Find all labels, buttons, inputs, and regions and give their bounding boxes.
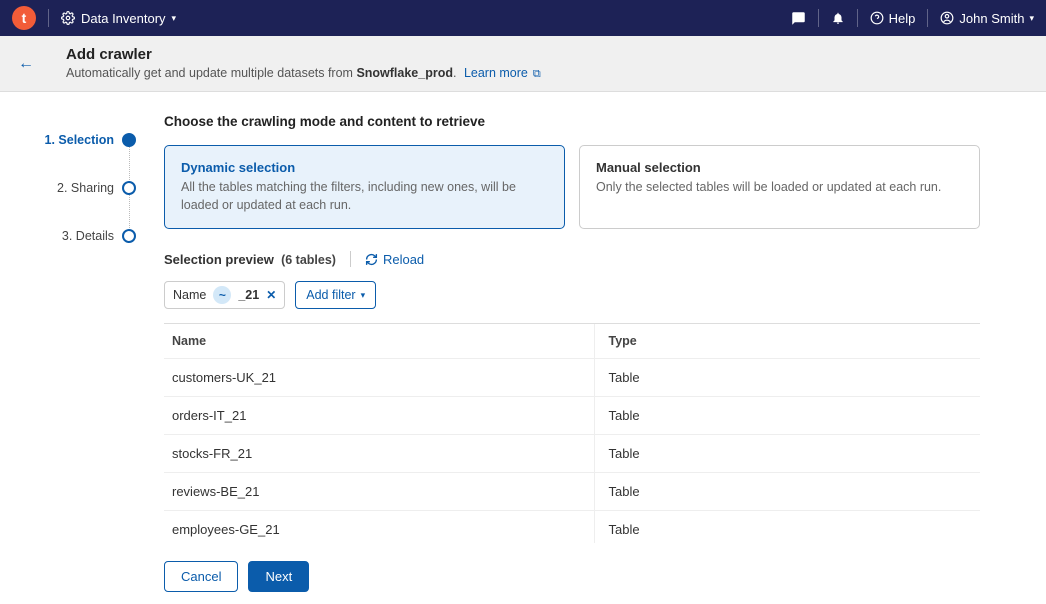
mode-options: Dynamic selection All the tables matchin… — [164, 145, 980, 229]
col-name: Name — [164, 324, 594, 359]
cell-type: Table — [594, 397, 980, 435]
main-content: Choose the crawling mode and content to … — [150, 92, 1010, 604]
add-filter-label: Add filter — [306, 288, 355, 302]
cell-type: Table — [594, 359, 980, 397]
step-selection[interactable]: 1. Selection — [0, 116, 150, 164]
divider — [927, 9, 928, 27]
subheader: ← Add crawler Automatically get and upda… — [0, 36, 1046, 92]
app-title-text: Data Inventory — [81, 11, 166, 26]
divider — [818, 9, 819, 27]
topbar: t Data Inventory ▾ Help John Smith ▾ — [0, 0, 1046, 36]
settings-icon — [61, 11, 75, 25]
table-row[interactable]: employees-GE_21Table — [164, 511, 980, 544]
filter-value: _21 — [238, 288, 259, 302]
page-description: Automatically get and update multiple da… — [66, 66, 541, 81]
app-logo[interactable]: t — [12, 6, 36, 30]
preview-table: Name Type customers-UK_21Tableorders-IT_… — [164, 324, 980, 543]
option-manual-selection[interactable]: Manual selection Only the selected table… — [579, 145, 980, 229]
preview-header: Selection preview (6 tables) Reload — [164, 251, 980, 267]
step-details[interactable]: 3. Details — [0, 212, 150, 260]
chevron-down-icon: ▾ — [361, 290, 366, 301]
user-name: John Smith — [959, 11, 1024, 26]
preview-label: Selection preview (6 tables) — [164, 252, 336, 267]
section-heading: Choose the crawling mode and content to … — [164, 114, 980, 129]
reload-button[interactable]: Reload — [365, 252, 424, 267]
filter-chip-name[interactable]: Name ~ _21 ✕ — [164, 281, 285, 309]
divider — [857, 9, 858, 27]
topbar-right: Help John Smith ▾ — [791, 9, 1034, 27]
page-title: Add crawler — [66, 46, 541, 63]
cell-name: reviews-BE_21 — [164, 473, 594, 511]
cell-name: employees-GE_21 — [164, 511, 594, 544]
col-type: Type — [594, 324, 980, 359]
reload-label: Reload — [383, 252, 424, 267]
option-desc: All the tables matching the filters, inc… — [181, 179, 548, 214]
chevron-down-icon: ▾ — [1029, 13, 1034, 24]
back-column: ← — [0, 36, 52, 91]
help-label: Help — [889, 11, 916, 26]
table-row[interactable]: reviews-BE_21Table — [164, 473, 980, 511]
table-row[interactable]: orders-IT_21Table — [164, 397, 980, 435]
cell-type: Table — [594, 435, 980, 473]
desc-prefix: Automatically get and update multiple da… — [66, 66, 356, 80]
filter-operator-icon: ~ — [213, 286, 231, 304]
add-filter-button[interactable]: Add filter ▾ — [295, 281, 376, 309]
external-link-icon: ⧉ — [530, 68, 541, 80]
cell-type: Table — [594, 473, 980, 511]
chat-icon[interactable] — [791, 11, 806, 26]
app-title-dropdown[interactable]: Data Inventory ▾ — [61, 11, 176, 26]
learn-more-link[interactable]: Learn more ⧉ — [464, 66, 541, 80]
preview-count: (6 tables) — [281, 253, 336, 267]
user-menu[interactable]: John Smith ▾ — [940, 11, 1034, 26]
table-row[interactable]: customers-UK_21Table — [164, 359, 980, 397]
step-dot-icon — [122, 229, 136, 243]
cell-type: Table — [594, 511, 980, 544]
subheader-texts: Add crawler Automatically get and update… — [52, 36, 555, 91]
next-button[interactable]: Next — [248, 561, 309, 592]
remove-filter-icon[interactable]: ✕ — [266, 288, 276, 302]
step-connector — [129, 194, 130, 230]
filters-row: Name ~ _21 ✕ Add filter ▾ — [164, 281, 980, 309]
divider — [350, 251, 351, 267]
step-label: 1. Selection — [45, 133, 114, 147]
topbar-left: t Data Inventory ▾ — [12, 6, 176, 30]
step-label: 3. Details — [62, 229, 114, 243]
step-dot-icon — [122, 133, 136, 147]
option-dynamic-selection[interactable]: Dynamic selection All the tables matchin… — [164, 145, 565, 229]
footer-buttons: Cancel Next — [164, 561, 980, 592]
back-arrow-icon[interactable]: ← — [18, 55, 34, 73]
table-row[interactable]: stocks-FR_21Table — [164, 435, 980, 473]
cell-name: orders-IT_21 — [164, 397, 594, 435]
help-link[interactable]: Help — [870, 11, 916, 26]
source-name: Snowflake_prod — [356, 66, 453, 80]
step-label: 2. Sharing — [57, 181, 114, 195]
body-area: 1. Selection 2. Sharing 3. Details Choos… — [0, 92, 1046, 604]
cancel-button[interactable]: Cancel — [164, 561, 238, 592]
cell-name: customers-UK_21 — [164, 359, 594, 397]
filter-field: Name — [173, 288, 206, 302]
cell-name: stocks-FR_21 — [164, 435, 594, 473]
bell-icon[interactable] — [831, 11, 845, 25]
step-sharing[interactable]: 2. Sharing — [0, 164, 150, 212]
step-dot-icon — [122, 181, 136, 195]
option-desc: Only the selected tables will be loaded … — [596, 179, 963, 197]
option-title: Dynamic selection — [181, 160, 548, 175]
step-connector — [129, 146, 130, 182]
chevron-down-icon: ▾ — [172, 13, 177, 24]
preview-table-wrap[interactable]: Name Type customers-UK_21Tableorders-IT_… — [164, 323, 980, 543]
wizard-steps: 1. Selection 2. Sharing 3. Details — [0, 92, 150, 604]
option-title: Manual selection — [596, 160, 963, 175]
divider — [48, 9, 49, 27]
